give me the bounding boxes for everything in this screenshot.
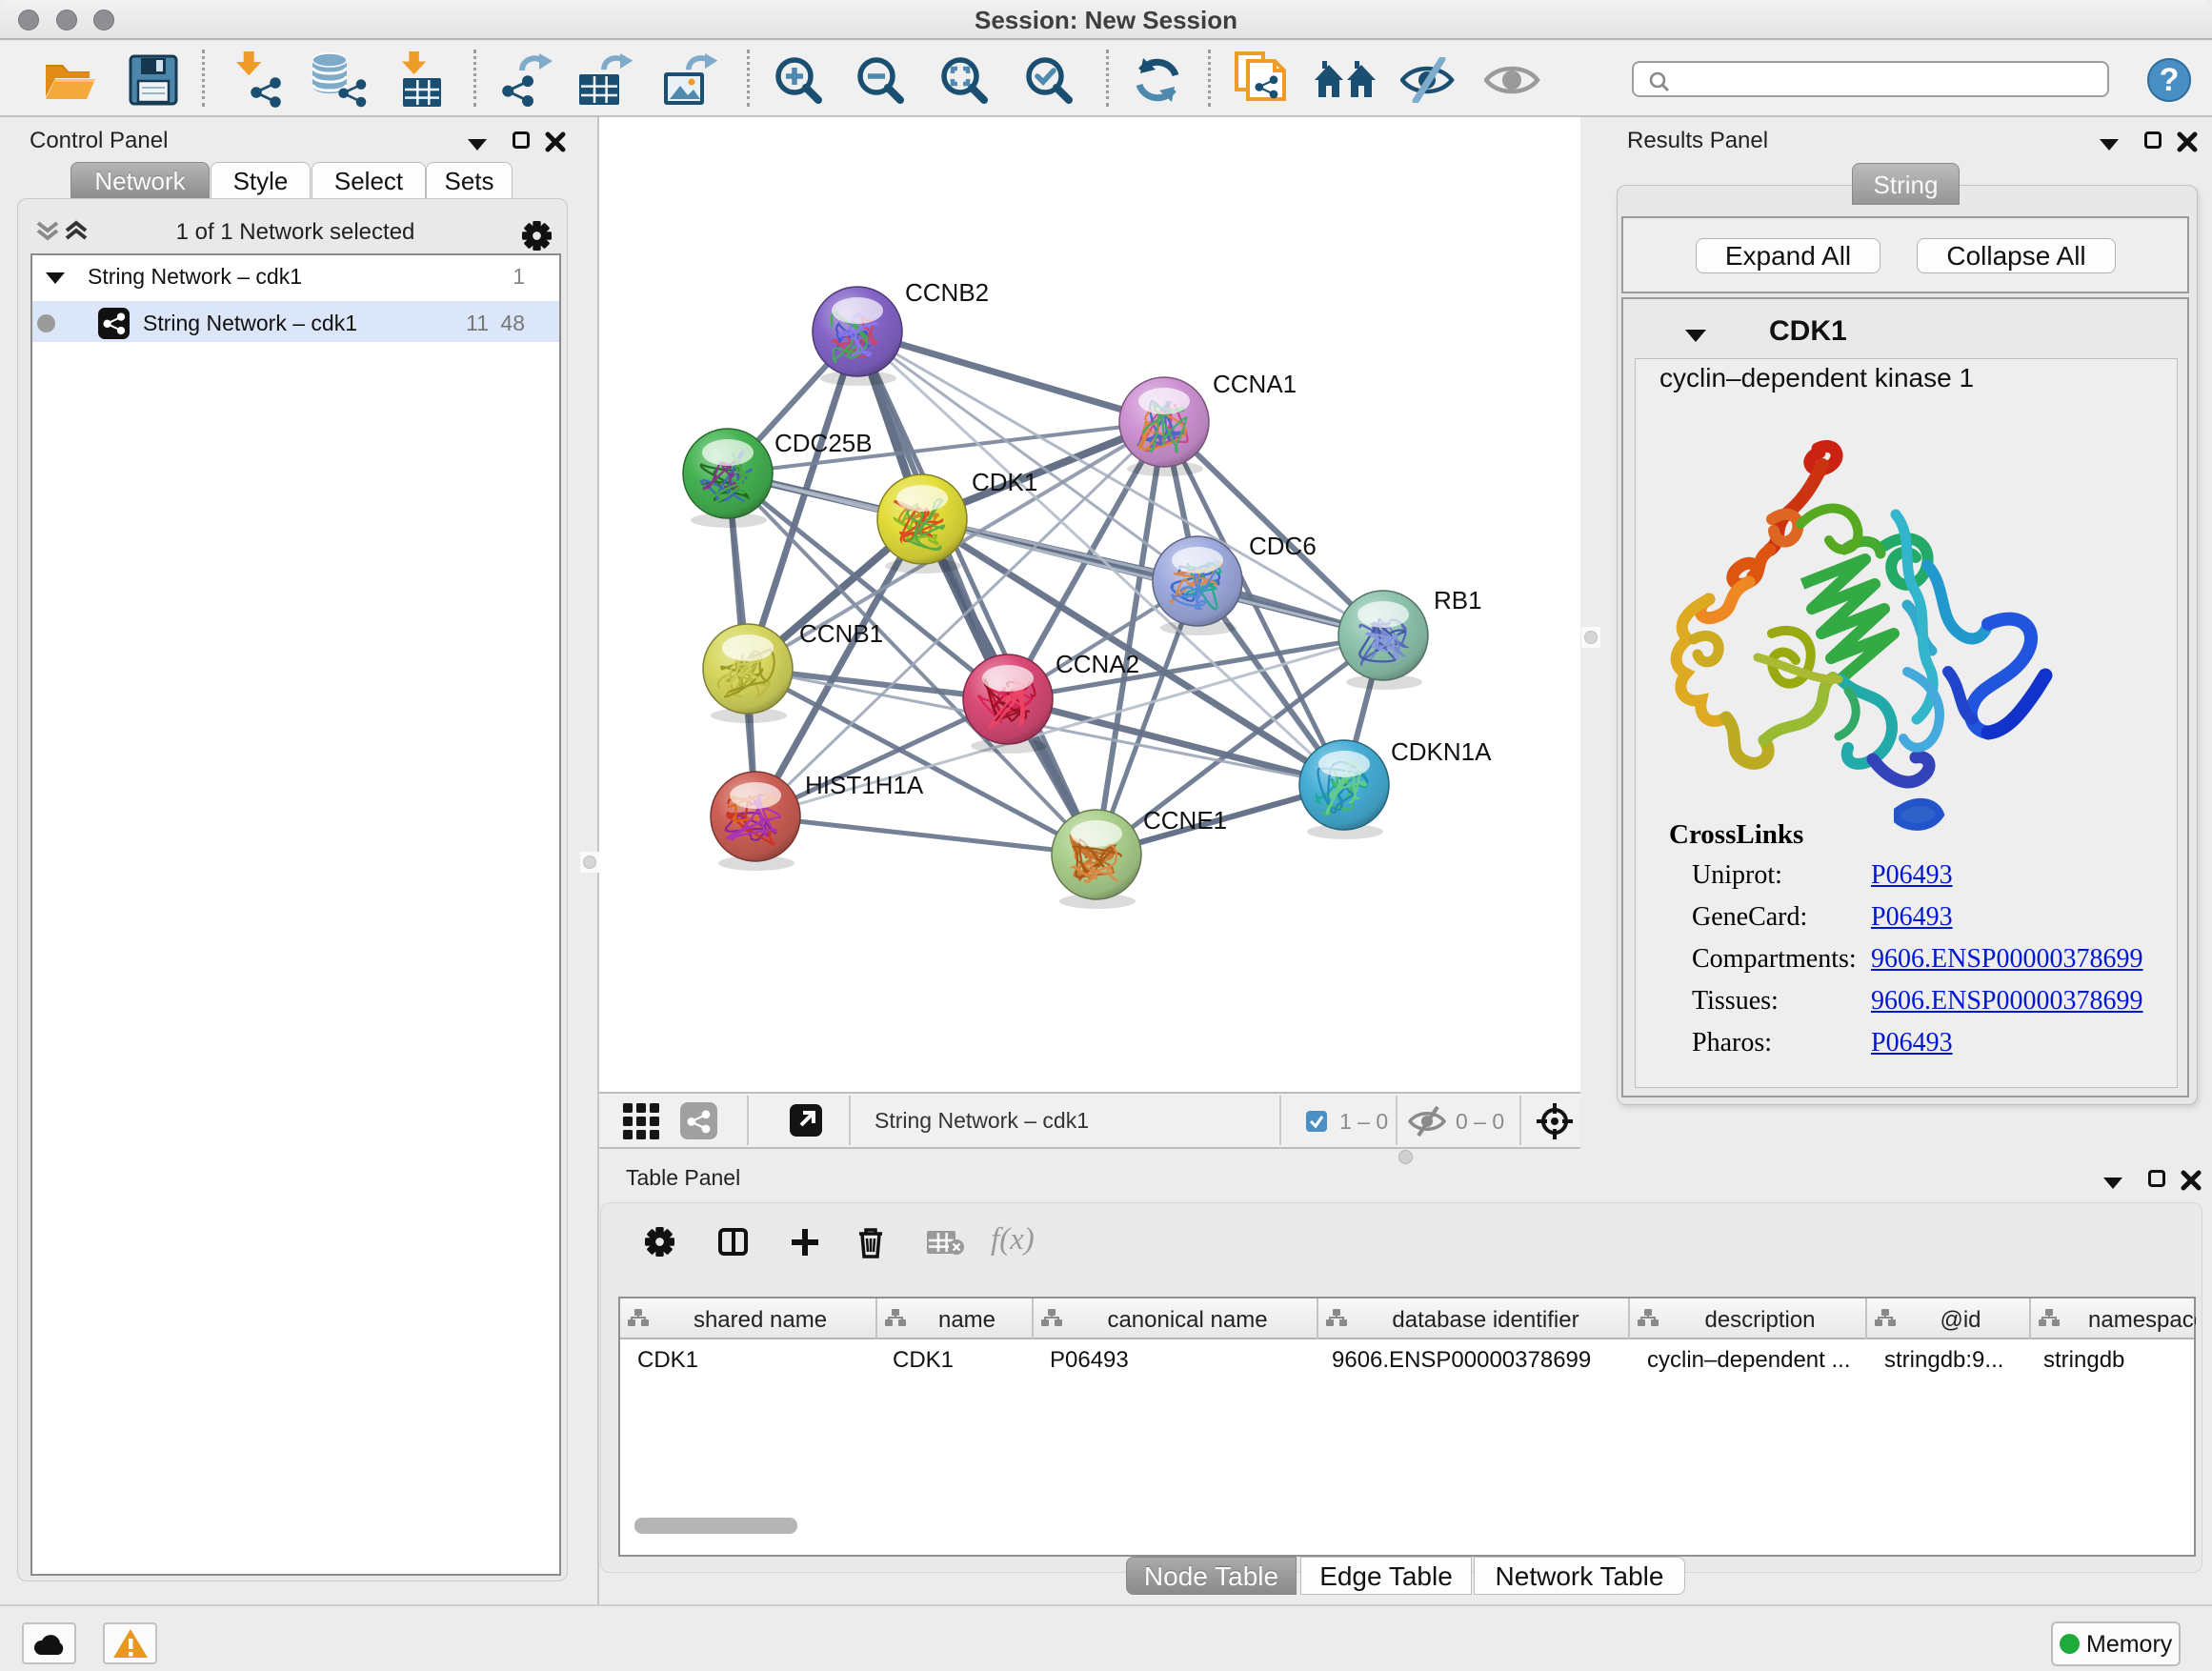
svg-text:CDC6: CDC6	[1249, 532, 1317, 560]
svg-text:CDC25B: CDC25B	[774, 429, 873, 457]
svg-text:CCNE1: CCNE1	[1143, 806, 1227, 835]
svg-text:CCNA2: CCNA2	[1056, 650, 1139, 678]
svg-text:CCNB2: CCNB2	[905, 278, 989, 307]
svg-text:CCNB1: CCNB1	[799, 619, 883, 648]
svg-text:RB1: RB1	[1434, 586, 1482, 614]
svg-text:HIST1H1A: HIST1H1A	[805, 771, 924, 799]
svg-text:CDKN1A: CDKN1A	[1391, 737, 1492, 766]
svg-text:CCNA1: CCNA1	[1213, 370, 1297, 398]
svg-text:CDK1: CDK1	[972, 468, 1037, 496]
